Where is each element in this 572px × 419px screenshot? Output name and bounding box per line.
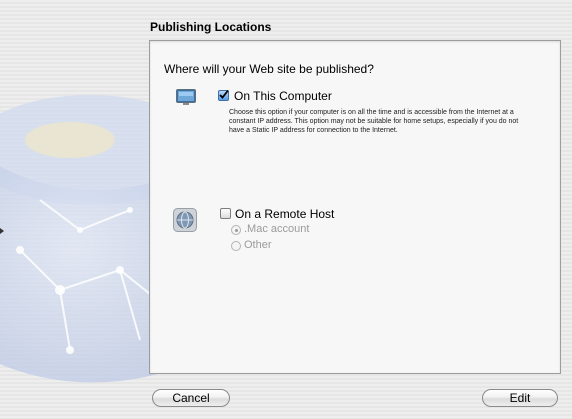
computer-icon [176, 89, 196, 105]
mac-account-label[interactable]: .Mac account [244, 223, 309, 235]
edit-button[interactable]: Edit [482, 389, 558, 407]
cancel-button[interactable]: Cancel [152, 389, 230, 407]
radio-selected-dot [235, 229, 238, 232]
question-text: Where will your Web site be published? [164, 62, 374, 76]
section-title: Publishing Locations [150, 20, 272, 34]
on-remote-host-checkbox[interactable] [220, 208, 231, 219]
network-globe-icon [173, 208, 197, 232]
checkmark-icon [219, 89, 229, 99]
on-this-computer-checkbox[interactable] [218, 89, 229, 101]
mac-account-radio[interactable] [231, 225, 241, 235]
window-edge-marker [0, 228, 4, 234]
other-label[interactable]: Other [244, 239, 272, 251]
on-this-computer-description: Choose this option if your computer is o… [229, 109, 519, 134]
publishing-options-panel: Where will your Web site be published? O… [149, 40, 561, 374]
on-this-computer-label[interactable]: On This Computer [234, 89, 332, 103]
on-remote-host-label[interactable]: On a Remote Host [235, 207, 334, 221]
other-radio[interactable] [231, 241, 241, 251]
